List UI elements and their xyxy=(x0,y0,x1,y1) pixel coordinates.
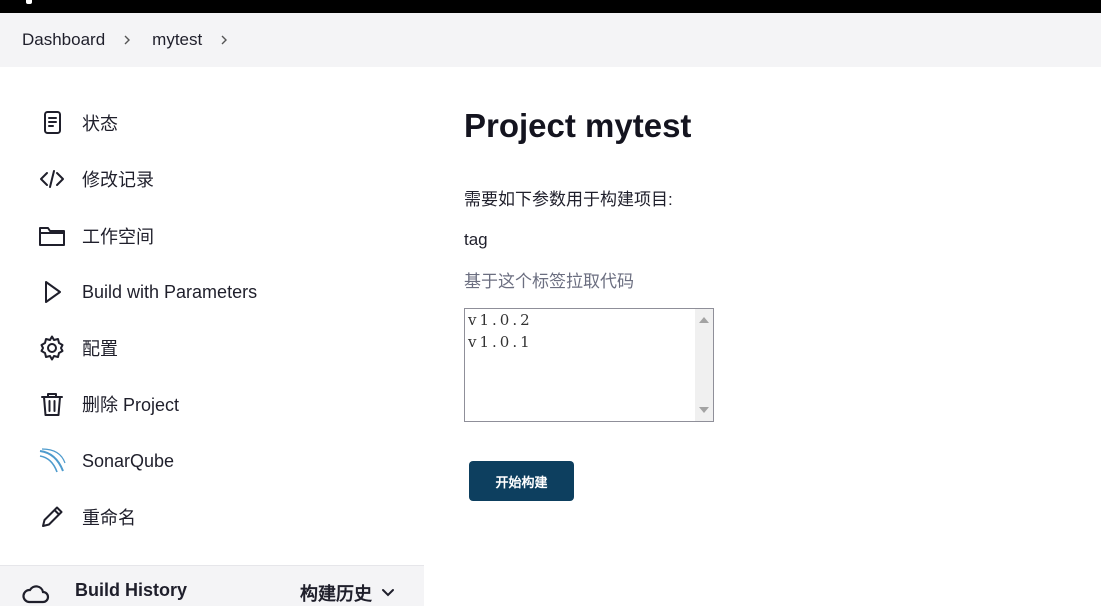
sidebar-item-workspace[interactable]: 工作空间 xyxy=(38,216,154,256)
gear-icon xyxy=(38,334,66,362)
parameters-intro: 需要如下参数用于构建项目: xyxy=(464,190,673,209)
sidebar-item-label: 状态 xyxy=(82,114,118,134)
tag-option[interactable]: v1.0.2 xyxy=(465,309,713,331)
build-history-panel: Build History 构建历史 xyxy=(0,565,424,606)
sidebar-item-status[interactable]: 状态 xyxy=(38,103,118,143)
pencil-icon xyxy=(38,503,66,531)
parameter-name: tag xyxy=(464,230,488,249)
parameter-description: 基于这个标签拉取代码 xyxy=(464,272,634,291)
play-icon xyxy=(38,278,66,306)
sidebar-item-configure[interactable]: 配置 xyxy=(38,328,118,368)
breadcrumb: Dashboard mytest xyxy=(0,13,1101,67)
sidebar-item-delete-project[interactable]: 删除 Project xyxy=(38,384,179,424)
sidebar: 状态 修改记录 工作空间 Build with Parameters 配置 删除… xyxy=(0,67,424,606)
sidebar-item-label: 工作空间 xyxy=(82,227,154,247)
jenkins-logo[interactable] xyxy=(26,0,32,4)
page-title: Project mytest xyxy=(464,107,692,144)
status-document-icon xyxy=(38,109,66,137)
sidebar-item-label: 配置 xyxy=(82,339,118,359)
sonarqube-icon xyxy=(38,447,66,475)
chevron-right-icon[interactable] xyxy=(122,35,132,45)
sidebar-item-label: SonarQube xyxy=(82,450,175,471)
sidebar-item-changes[interactable]: 修改记录 xyxy=(38,159,154,199)
tag-select-list[interactable]: v1.0.2 v1.0.1 xyxy=(464,308,714,422)
sidebar-item-label: 修改记录 xyxy=(82,170,154,190)
breadcrumb-dashboard[interactable]: Dashboard xyxy=(22,30,105,50)
sidebar-item-label: 删除 Project xyxy=(82,395,180,415)
cloud-icon xyxy=(22,580,50,608)
build-button[interactable]: 开始构建 xyxy=(469,461,574,501)
build-history-title-cn: 构建历史 xyxy=(300,584,372,604)
tag-option[interactable]: v1.0.1 xyxy=(465,331,713,353)
chevron-right-icon[interactable] xyxy=(219,35,229,45)
scrollbar[interactable] xyxy=(695,309,713,421)
chevron-down-icon[interactable] xyxy=(380,584,396,600)
top-bar xyxy=(0,0,1101,13)
scroll-down-arrow-icon[interactable] xyxy=(699,407,709,413)
sidebar-item-label: 重命名 xyxy=(82,508,136,528)
breadcrumb-mytest[interactable]: mytest xyxy=(152,30,202,50)
sidebar-item-label: Build with Parameters xyxy=(82,281,258,302)
scroll-up-arrow-icon[interactable] xyxy=(699,317,709,323)
sidebar-item-build-with-parameters[interactable]: Build with Parameters xyxy=(38,272,257,312)
trash-icon xyxy=(38,390,66,418)
folder-icon xyxy=(38,222,66,250)
sidebar-item-sonarqube[interactable]: SonarQube xyxy=(38,441,174,481)
sidebar-item-rename[interactable]: 重命名 xyxy=(38,497,136,537)
code-icon xyxy=(38,165,66,193)
build-history-title: Build History xyxy=(75,580,188,600)
